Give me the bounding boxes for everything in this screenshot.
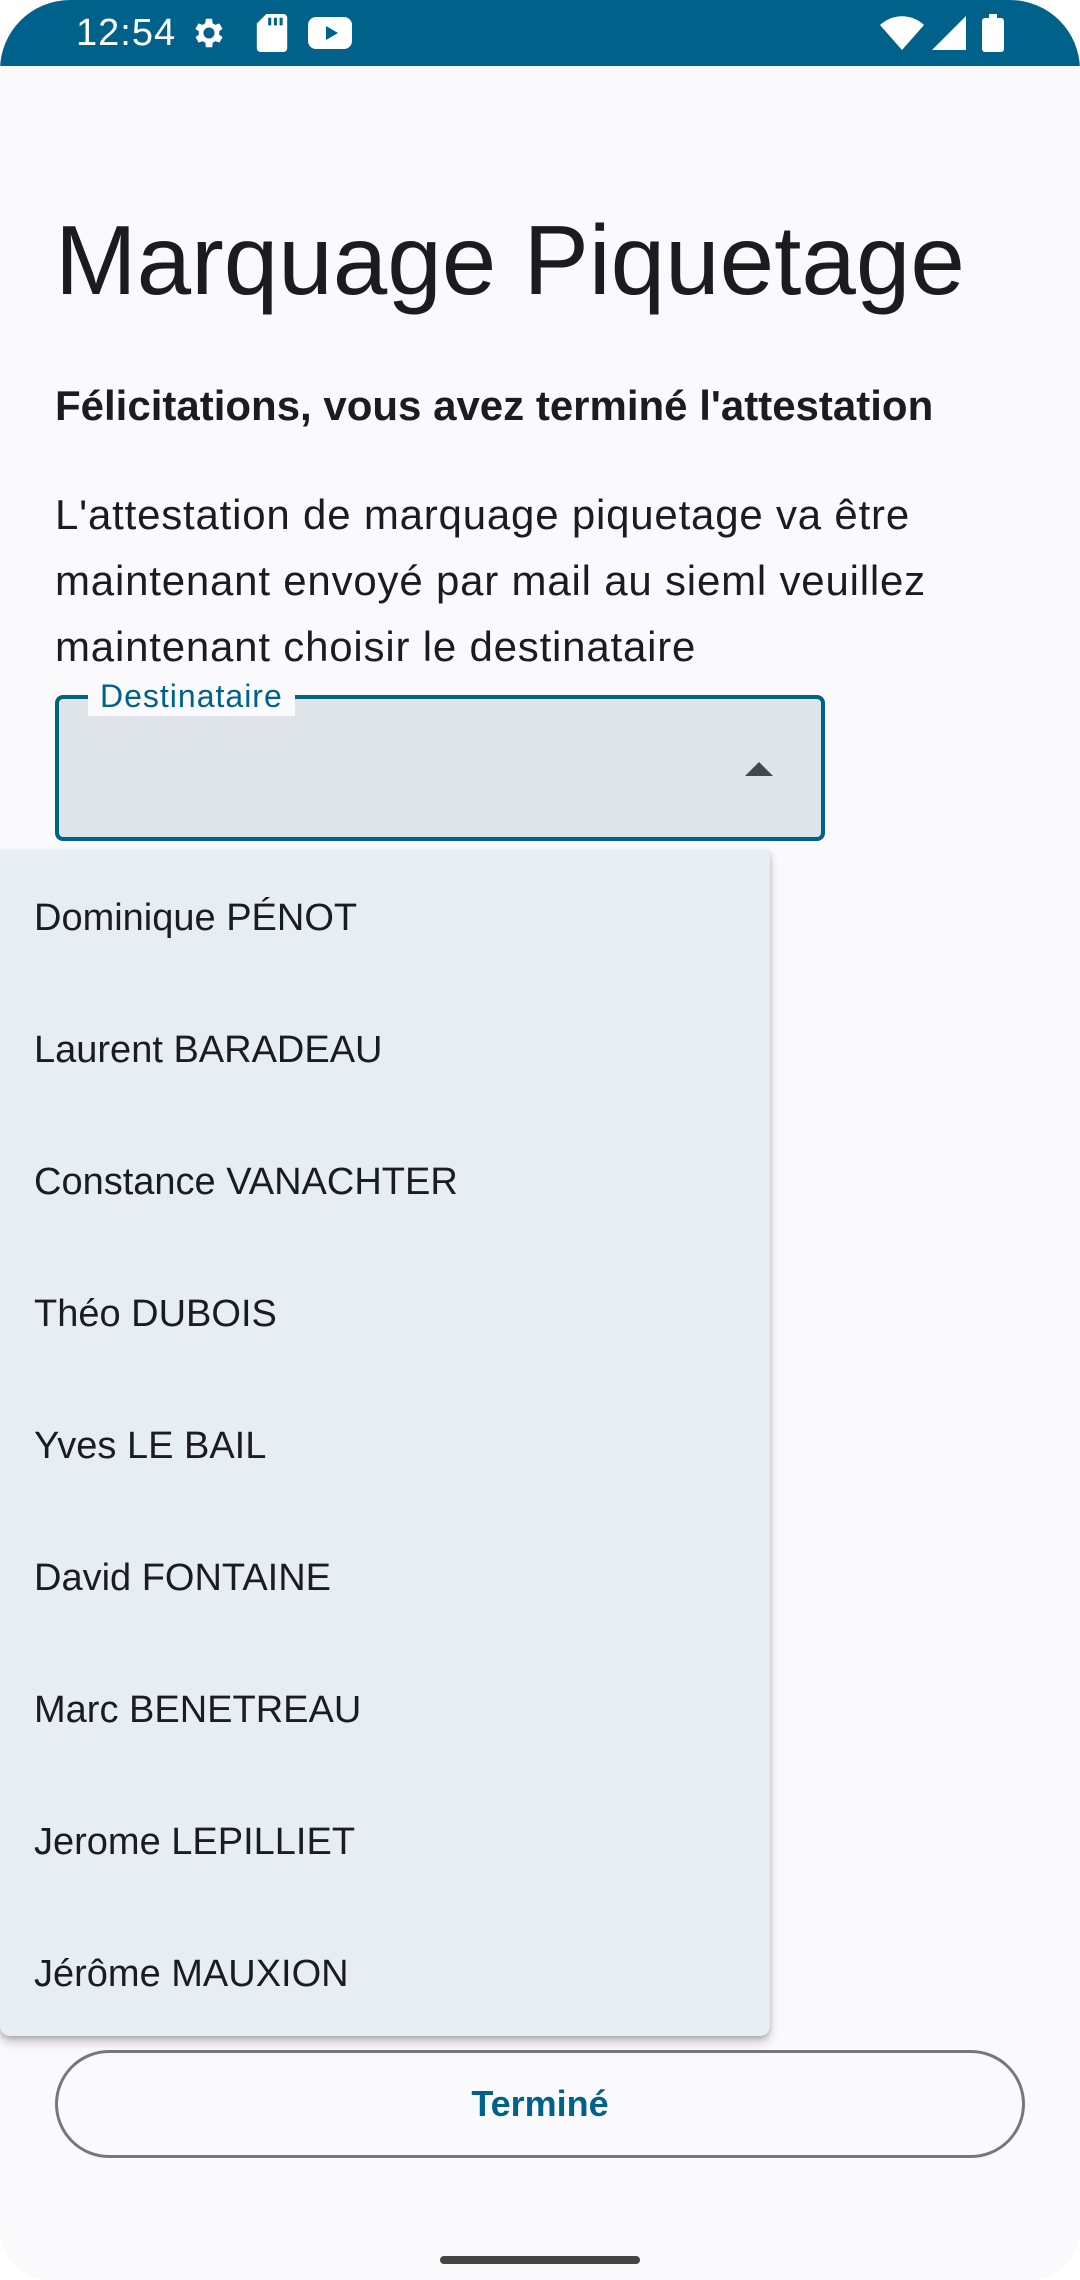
menu-item-recipient[interactable]: Théo DUBOIS [0,1246,770,1378]
battery-icon [982,14,1004,52]
page-title: Marquage Piquetage [55,205,965,315]
home-indicator[interactable] [440,2256,640,2264]
menu-item-recipient[interactable]: Marc BENETREAU [0,1642,770,1774]
status-time: 12:54 [76,12,177,54]
recipient-dropdown-label: Destinataire [88,676,295,716]
menu-item-label: Laurent BARADEAU [34,1029,383,1071]
menu-item-recipient[interactable]: David FONTAINE [0,1510,770,1642]
page-description: L'attestation de marquage piquetage va ê… [55,491,926,670]
youtube-icon [308,16,352,50]
dropdown-arrow-up-icon[interactable] [745,762,773,776]
menu-item-label: Dominique PÉNOT [34,897,358,939]
gear-icon [190,14,228,52]
menu-item-recipient[interactable]: Laurent BARADEAU [0,982,770,1114]
wifi-icon [880,16,924,50]
menu-item-recipient[interactable]: Jérôme MAUXION [0,1906,770,2036]
menu-item-label: Jérôme MAUXION [34,1953,349,1995]
menu-item-recipient[interactable]: Dominique PÉNOT [0,850,770,982]
cell-signal-icon [932,16,966,50]
recipient-dropdown-menu: Dominique PÉNOT Laurent BARADEAU Constan… [0,850,770,2036]
done-button[interactable]: Terminé [55,2050,1025,2158]
menu-item-recipient[interactable]: Yves LE BAIL [0,1378,770,1510]
app-screen: 12:54 Marquage Piquetage Félicitations, … [0,0,1080,2280]
menu-item-label: Jerome LEPILLIET [34,1821,356,1863]
recipient-dropdown[interactable] [55,695,825,841]
menu-item-recipient[interactable]: Constance VANACHTER [0,1114,770,1246]
sd-card-icon [256,14,288,52]
menu-item-label: Marc BENETREAU [34,1689,362,1731]
menu-item-label: Yves LE BAIL [34,1425,267,1467]
page-subtitle: Félicitations, vous avez terminé l'attes… [55,382,934,429]
menu-item-label: Théo DUBOIS [34,1293,277,1335]
status-bar: 12:54 [0,0,1080,66]
menu-item-recipient[interactable]: Jerome LEPILLIET [0,1774,770,1906]
menu-item-label: Constance VANACHTER [34,1161,458,1203]
menu-item-label: David FONTAINE [34,1557,332,1599]
